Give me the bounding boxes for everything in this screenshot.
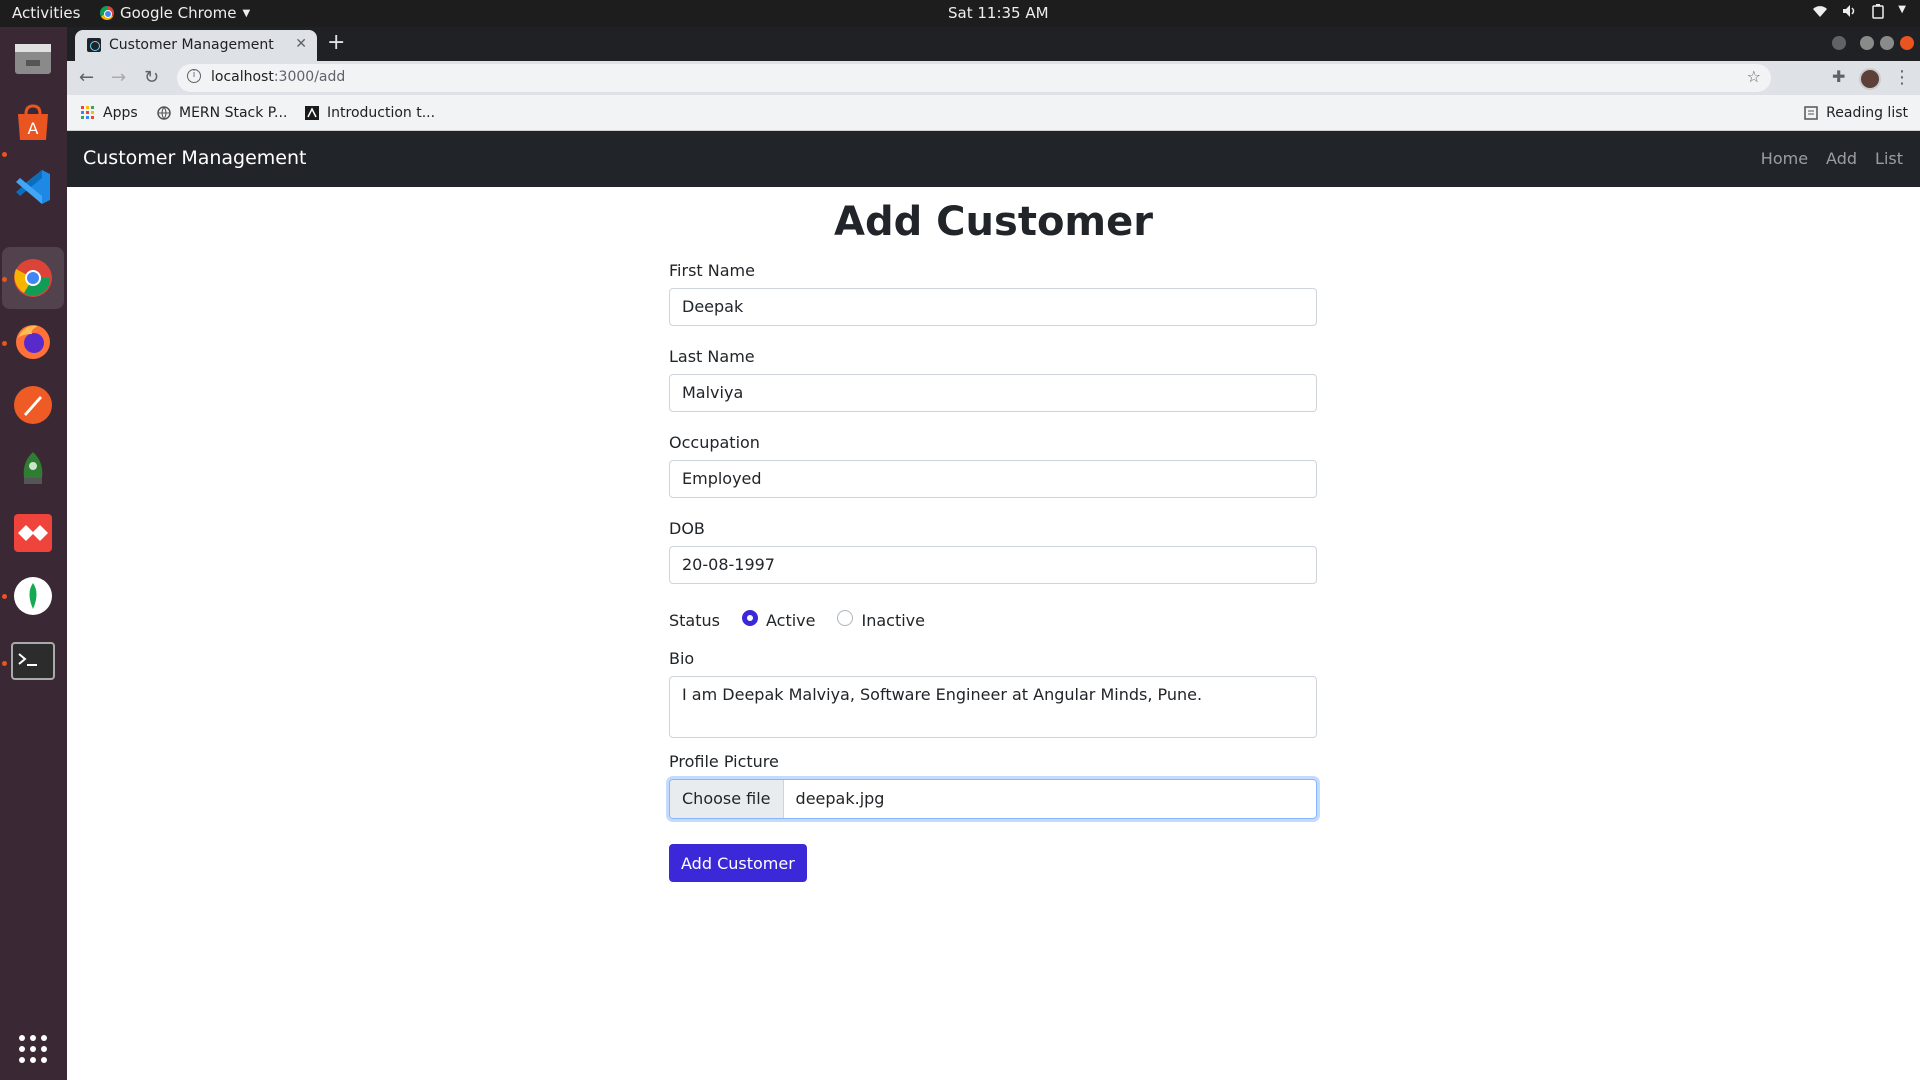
occupation-label: Occupation [669,433,760,452]
window-close-button[interactable] [1900,36,1914,50]
system-tray[interactable]: ▼ [1812,4,1906,23]
tab-search-icon[interactable] [1832,36,1846,50]
nav-link-add[interactable]: Add [1826,149,1857,168]
robo3t-icon[interactable] [9,445,57,493]
first-name-input[interactable]: Deepak [669,288,1317,326]
tab-customer-management[interactable]: Customer Management ✕ [75,30,317,61]
dock-running-indicator [2,594,7,599]
bookmark-label: Introduction t... [327,105,436,121]
dock-running-indicator [2,341,7,346]
url-host: localhost [211,69,274,85]
minimize-button[interactable] [1860,36,1874,50]
bio-text: I am Deepak Malviya, Software Engineer a… [682,685,1203,704]
app-menu[interactable]: Google Chrome ▼ [100,4,250,22]
add-customer-button[interactable]: Add Customer [669,844,807,882]
status-active-label[interactable]: Active [766,611,816,630]
mongodb-compass-icon[interactable] [9,572,57,620]
status-group: Status Active Inactive [669,609,925,630]
files-icon[interactable] [9,35,57,83]
status-inactive-radio[interactable] [837,609,854,626]
dock-running-indicator [2,152,7,157]
reading-list-label: Reading list [1826,105,1908,121]
dock-running-indicator [2,661,7,666]
bookmark-site-icon [305,106,319,120]
apps-grid-icon [81,106,95,120]
bookmarks-bar: Apps MERN Stack P... Introduction t... R… [67,95,1920,131]
tab-close-icon[interactable]: ✕ [295,36,307,52]
nav-link-list[interactable]: List [1875,149,1903,168]
last-name-input[interactable]: Malviya [669,374,1317,412]
system-menu-caret-icon: ▼ [1898,4,1906,15]
chrome-menu-icon[interactable]: ⋮ [1893,67,1911,88]
app-menu-label: Google Chrome [120,4,237,22]
activities-button[interactable]: Activities [12,4,80,22]
reading-list-icon [1804,106,1818,120]
tab-strip: Customer Management ✕ + [67,27,1920,61]
address-bar[interactable]: i localhost:3000/add ☆ [177,64,1771,92]
firefox-icon[interactable] [9,317,57,365]
back-icon[interactable]: ← [79,67,94,88]
choose-file-button[interactable]: Choose file [670,780,784,818]
dob-input[interactable]: 20-08-1997 [669,546,1317,584]
clock[interactable]: Sat 11:35 AM [948,4,1049,22]
bookmark-introduction[interactable]: Introduction t... [305,105,435,121]
chrome-icon[interactable] [9,254,57,302]
software-store-icon[interactable]: A [9,99,57,147]
volume-icon [1842,4,1858,23]
vscode-icon[interactable] [9,163,57,211]
dock: A [0,27,67,1080]
system-top-bar: Activities Google Chrome ▼ Sat 11:35 AM … [0,0,1920,27]
chrome-icon [100,6,114,20]
page-title: Add Customer [834,199,1153,245]
postman-icon[interactable] [9,381,57,429]
dob-label: DOB [669,519,705,538]
battery-icon [1872,4,1885,23]
profile-picture-input[interactable]: Choose file deepak.jpg [669,779,1317,819]
web-page: Customer Management Home Add List Add Cu… [67,131,1920,1080]
bio-textarea[interactable]: I am Deepak Malviya, Software Engineer a… [669,676,1317,738]
first-name-label: First Name [669,261,755,280]
anydesk-icon[interactable] [9,509,57,557]
status-label: Status [669,611,720,630]
status-inactive-label[interactable]: Inactive [861,611,925,630]
svg-text:A: A [28,119,39,138]
wifi-icon [1812,4,1828,23]
bookmark-label: MERN Stack P... [179,105,288,121]
status-active-radio[interactable] [741,609,758,626]
reading-list-button[interactable]: Reading list [1804,105,1908,121]
forward-icon[interactable]: → [111,67,126,88]
reload-icon[interactable]: ↻ [144,67,159,88]
new-tab-button[interactable]: + [327,30,345,55]
site-info-icon[interactable]: i [187,69,201,83]
browser-window: Customer Management ✕ + ← → ↻ i localhos… [67,27,1920,1080]
selected-file-name: deepak.jpg [795,789,885,808]
caret-down-icon: ▼ [242,7,251,19]
react-favicon-icon [87,38,101,52]
navbar-links: Home Add List [1761,149,1903,168]
bio-label: Bio [669,649,695,668]
bookmark-label: Apps [103,105,138,121]
url-text: localhost:3000/add [211,69,345,85]
navbar-brand[interactable]: Customer Management [83,147,307,169]
bookmark-mern-stack[interactable]: MERN Stack P... [157,105,287,121]
show-apps-icon[interactable] [9,1025,57,1073]
globe-icon [157,106,171,120]
terminal-icon[interactable] [9,637,57,685]
profile-avatar[interactable] [1859,68,1881,90]
dock-running-indicator [2,277,7,282]
bookmark-apps[interactable]: Apps [81,105,138,121]
app-navbar: Customer Management Home Add List [67,131,1920,187]
url-path: :3000/add [273,69,346,85]
tab-title: Customer Management [109,37,274,53]
maximize-button[interactable] [1880,36,1894,50]
extensions-icon[interactable]: ✚ [1832,67,1845,86]
nav-link-home[interactable]: Home [1761,149,1808,168]
bookmark-star-icon[interactable]: ☆ [1747,67,1761,86]
last-name-label: Last Name [669,347,755,366]
browser-toolbar: ← → ↻ i localhost:3000/add ☆ ✚ ⋮ [67,61,1920,95]
occupation-input[interactable]: Employed [669,460,1317,498]
profile-picture-label: Profile Picture [669,752,779,771]
